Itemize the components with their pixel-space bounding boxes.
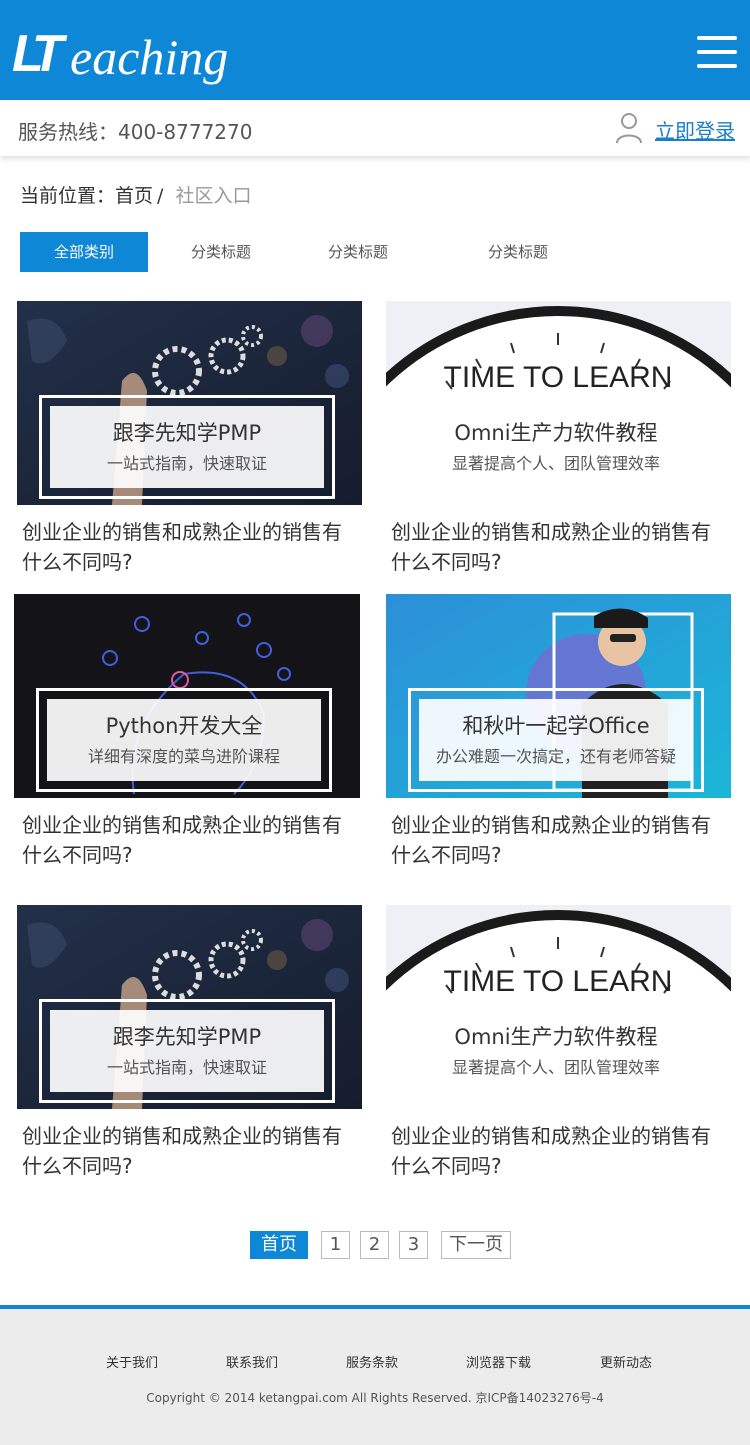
thumb-overlay: 和秋叶一起学Office 办公难题一次搞定，还有老师答疑 [408,688,704,792]
tab-category-1[interactable]: 分类标题 [170,232,272,272]
user-icon[interactable] [615,112,643,144]
footer-link-about[interactable]: 关于我们 [106,1352,158,1371]
page-first-button[interactable]: 首页 [250,1231,308,1259]
thumb-title: 和秋叶一起学Office [462,714,650,738]
thumb-subtitle: 详细有深度的菜鸟进阶课程 [87,747,280,766]
thumb-subtitle: 一站式指南，快速取证 [106,454,267,473]
card-caption[interactable]: 创业企业的销售和成熟企业的销售有什么不同吗? [391,517,726,577]
service-hotline: 服务热线：400-8777270 [18,120,253,144]
logo-text: eaching [70,29,229,85]
logo-mark: LT [12,25,64,83]
copyright: Copyright © 2014 ketangpai.com All Right… [146,1391,604,1405]
breadcrumb-current: 社区入口 [175,185,252,207]
page-1-button[interactable]: 1 [321,1231,350,1259]
card-caption[interactable]: 创业企业的销售和成熟企业的销售有什么不同吗? [391,810,726,870]
thumb-subtitle: 办公难题一次搞定，还有老师答疑 [435,747,676,766]
thumb-overlay: 跟李先知学PMP 一站式指南，快速取证 [39,395,335,499]
breadcrumb: 当前位置：首页 / 社区入口 [20,181,251,208]
course-thumbnail[interactable]: 跟李先知学PMP 一站式指南，快速取证 [17,301,362,505]
thumb-overlay: Python开发大全 详细有深度的菜鸟进阶课程 [36,688,332,792]
clock-text: TIME TO LEARN [444,361,673,394]
tab-all[interactable]: 全部类别 [20,232,148,272]
footer-link-updates[interactable]: 更新动态 [600,1352,652,1371]
top-header: LT eaching [0,0,750,100]
thumb-subtitle: 显著提高个人、团队管理效率 [451,454,660,473]
thumb-title: Python开发大全 [105,714,263,738]
course-thumbnail[interactable]: 跟李先知学PMP 一站式指南，快速取证 [17,905,362,1109]
card-caption[interactable]: 创业企业的销售和成熟企业的销售有什么不同吗? [22,1121,357,1181]
hamburger-icon[interactable] [697,36,737,68]
login-link[interactable]: 立即登录 [655,115,735,144]
pagination: 首页 1 2 3 下一页 [0,1231,750,1261]
thumb-overlay: Omni生产力软件教程 显著提高个人、团队管理效率 [408,999,704,1103]
course-thumbnail[interactable]: Python开发大全 详细有深度的菜鸟进阶课程 [14,594,360,798]
hotline-bar: 服务热线：400-8777270 立即登录 [0,100,750,156]
breadcrumb-home[interactable]: 首页 [115,185,153,207]
tab-category-3[interactable]: 分类标题 [467,232,569,272]
card-caption[interactable]: 创业企业的销售和成熟企业的销售有什么不同吗? [22,810,357,870]
thumb-overlay: 跟李先知学PMP 一站式指南，快速取证 [39,999,335,1103]
thumb-title: 跟李先知学PMP [112,421,262,445]
thumb-subtitle: 一站式指南，快速取证 [106,1058,267,1077]
tab-category-2[interactable]: 分类标题 [307,232,409,272]
course-thumbnail[interactable]: TIME TO LEARN Omni生产力软件教程 显著提高个人、团队管理效率 [386,301,731,505]
thumb-title: Omni生产力软件教程 [454,1025,658,1049]
page-next-button[interactable]: 下一页 [441,1231,511,1259]
breadcrumb-separator: / [157,185,164,207]
card-caption[interactable]: 创业企业的销售和成熟企业的销售有什么不同吗? [22,517,357,577]
footer-link-terms[interactable]: 服务条款 [346,1352,398,1371]
thumb-subtitle: 显著提高个人、团队管理效率 [451,1058,660,1077]
page-2-button[interactable]: 2 [360,1231,389,1259]
thumb-title: 跟李先知学PMP [112,1025,262,1049]
footer-link-contact[interactable]: 联系我们 [226,1352,278,1371]
thumb-overlay: Omni生产力软件教程 显著提高个人、团队管理效率 [408,395,704,499]
page-3-button[interactable]: 3 [399,1231,428,1259]
course-thumbnail[interactable]: TIME TO LEARN Omni生产力软件教程 显著提高个人、团队管理效率 [386,905,731,1109]
footer: 关于我们 联系我们 服务条款 浏览器下载 更新动态 Copyright © 20… [0,1305,750,1445]
card-caption[interactable]: 创业企业的销售和成熟企业的销售有什么不同吗? [391,1121,726,1181]
breadcrumb-prefix: 当前位置： [20,185,116,207]
course-thumbnail[interactable]: 和秋叶一起学Office 办公难题一次搞定，还有老师答疑 [386,594,731,798]
footer-link-browser[interactable]: 浏览器下载 [466,1352,531,1371]
clock-text: TIME TO LEARN [444,965,673,998]
thumb-title: Omni生产力软件教程 [454,421,658,445]
